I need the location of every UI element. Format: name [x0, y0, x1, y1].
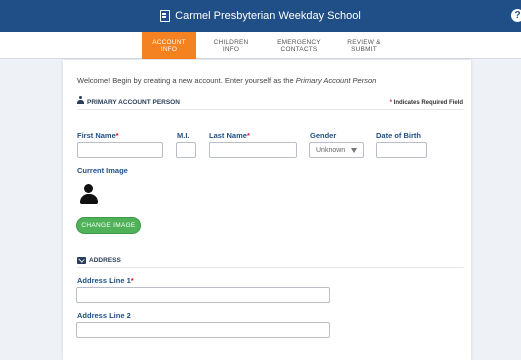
- top-bar: Carmel Presbyterian Weekday School ?: [0, 0, 521, 32]
- step-tabs: ACCOUNT INFO CHILDREN INFO EMERGENCY CON…: [0, 32, 521, 59]
- avatar: [77, 181, 101, 205]
- address-line2-label: Address Line 2: [77, 311, 131, 320]
- tab-emergency-contacts[interactable]: EMERGENCY CONTACTS: [272, 32, 326, 59]
- person-icon: [77, 96, 84, 105]
- address-header: ADDRESS: [77, 252, 463, 268]
- tab-children-info[interactable]: CHILDREN INFO: [204, 32, 258, 59]
- dob-input[interactable]: [376, 142, 427, 158]
- tab-review-submit[interactable]: REVIEW & SUBMIT: [337, 32, 391, 59]
- first-name-label: First Name*: [77, 131, 119, 140]
- school-title: Carmel Presbyterian Weekday School: [175, 10, 361, 22]
- brand: Carmel Presbyterian Weekday School: [160, 10, 361, 22]
- mail-icon: [77, 257, 86, 264]
- tab-account-info[interactable]: ACCOUNT INFO: [142, 32, 196, 59]
- first-name-input[interactable]: [77, 142, 163, 158]
- required-note: * Indicates Required Field: [389, 100, 463, 106]
- gender-value: Unknown: [316, 146, 346, 154]
- caret-down-icon: [351, 148, 357, 153]
- section-title: PRIMARY ACCOUNT PERSON: [87, 99, 180, 106]
- last-name-input[interactable]: [209, 142, 297, 158]
- welcome-emphasis: Primary Account Person: [295, 76, 377, 85]
- change-image-button[interactable]: CHANGE IMAGE: [76, 217, 141, 234]
- document-icon: [160, 10, 171, 22]
- avatar-body: [80, 194, 98, 204]
- avatar-head: [84, 184, 93, 193]
- address-title: ADDRESS: [89, 257, 121, 264]
- dob-label: Date of Birth: [376, 131, 421, 140]
- address-line1-input[interactable]: [76, 287, 330, 303]
- gender-label: Gender: [310, 131, 337, 140]
- address-line1-label: Address Line 1*: [77, 276, 134, 285]
- welcome-text: Welcome! Begin by creating a new account…: [77, 76, 377, 85]
- middle-initial-label: M.I.: [177, 131, 190, 140]
- address-line2-input[interactable]: [76, 322, 330, 338]
- primary-account-header: PRIMARY ACCOUNT PERSON * Indicates Requi…: [77, 94, 463, 110]
- help-icon[interactable]: ?: [511, 9, 521, 22]
- last-name-label: Last Name*: [209, 131, 250, 140]
- middle-initial-input[interactable]: [176, 142, 196, 158]
- gender-select[interactable]: Unknown: [309, 142, 364, 158]
- current-image-label: Current Image: [77, 166, 128, 175]
